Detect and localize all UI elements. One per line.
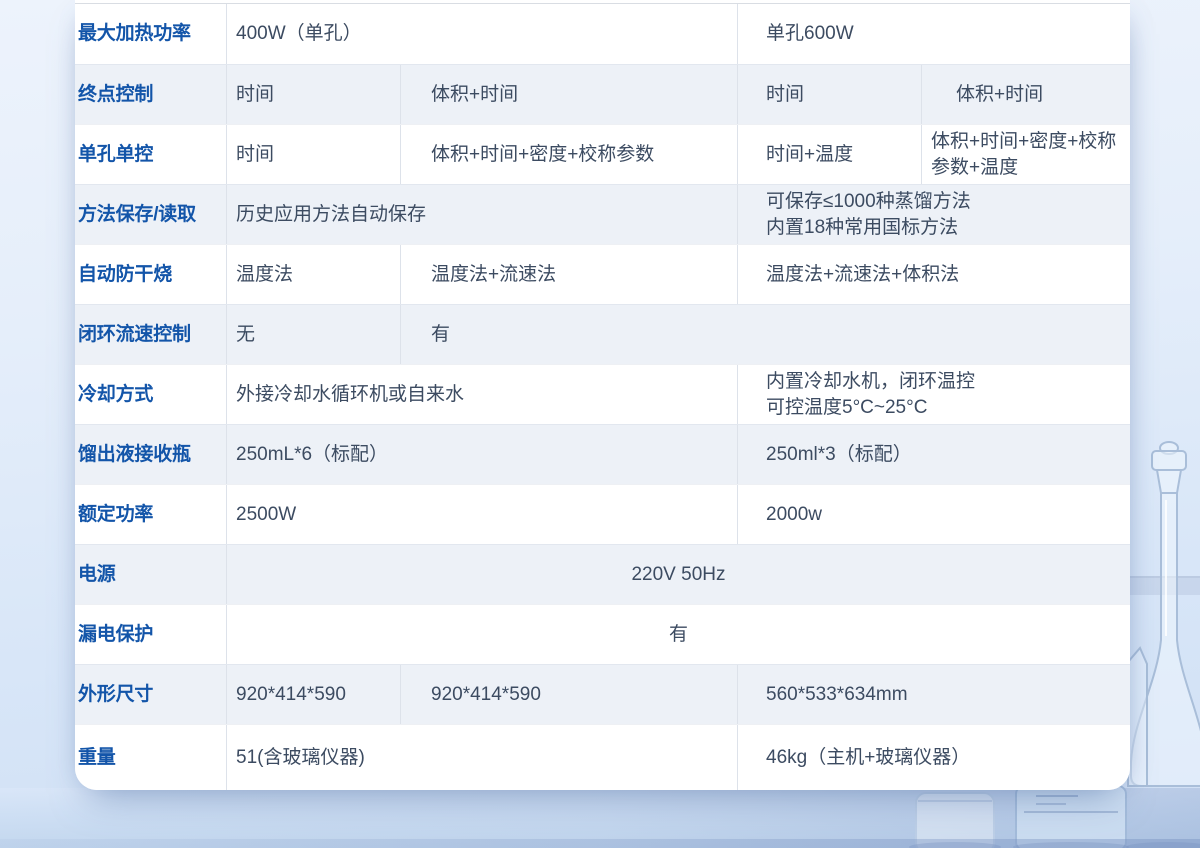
spec-value: 体积+时间+密度+校称参数 (400, 125, 737, 184)
spec-label: 方法保存/读取 (75, 185, 227, 244)
spec-row: 外形尺寸920*414*590920*414*590560*533*634mm (75, 664, 1130, 724)
spec-label: 额定功率 (75, 485, 227, 544)
spec-label: 重量 (75, 725, 227, 790)
spec-row: 额定功率2500W2000w (75, 484, 1130, 544)
shelf-band (1128, 576, 1200, 595)
spec-value: 220V 50Hz (227, 545, 1130, 604)
spec-value: 46kg（主机+玻璃仪器） (737, 725, 1130, 790)
spec-row: 自动防干烧温度法温度法+流速法温度法+流速法+体积法 (75, 244, 1130, 304)
spec-label: 馏出液接收瓶 (75, 425, 227, 484)
spec-value: 51(含玻璃仪器) (227, 725, 737, 790)
spec-value: 920*414*590 (227, 665, 400, 724)
spec-value: 时间 (227, 125, 400, 184)
spec-row: 馏出液接收瓶250mL*6（标配）250ml*3（标配） (75, 424, 1130, 484)
spec-row: 漏电保护有 (75, 604, 1130, 664)
spec-value: 单孔600W (737, 4, 1130, 64)
spec-label: 外形尺寸 (75, 665, 227, 724)
spec-value: 时间+温度 (737, 125, 921, 184)
spec-value: 外接冷却水循环机或自来水 (227, 365, 737, 424)
spec-card: 最大加热功率400W（单孔）单孔600W终点控制时间体积+时间时间体积+时间单孔… (75, 0, 1130, 790)
spec-label: 自动防干烧 (75, 245, 227, 304)
spec-value: 温度法+流速法+体积法 (737, 245, 1130, 304)
spec-value: 560*533*634mm (737, 665, 1130, 724)
spec-label: 终点控制 (75, 65, 227, 124)
spec-value: 体积+时间+密度+校称参数+温度 (921, 125, 1130, 184)
spec-label: 闭环流速控制 (75, 305, 227, 364)
beaker-spout-image (1128, 648, 1147, 786)
spec-value: 内置冷却水机，闭环温控 可控温度5°C~25°C (737, 365, 1130, 424)
spec-value: 历史应用方法自动保存 (227, 185, 737, 244)
spec-row: 冷却方式外接冷却水循环机或自来水内置冷却水机，闭环温控 可控温度5°C~25°C (75, 364, 1130, 424)
spec-row: 重量51(含玻璃仪器)46kg（主机+玻璃仪器） (75, 724, 1130, 790)
spec-label: 单孔单控 (75, 125, 227, 184)
spec-value: 时间 (737, 65, 921, 124)
spec-value: 体积+时间 (921, 65, 1130, 124)
spec-row: 方法保存/读取历史应用方法自动保存可保存≤1000种蒸馏方法 内置18种常用国标… (75, 184, 1130, 244)
spec-value: 可保存≤1000种蒸馏方法 内置18种常用国标方法 (737, 185, 1130, 244)
spec-value: 温度法 (227, 245, 400, 304)
spec-row: 终点控制时间体积+时间时间体积+时间 (75, 64, 1130, 124)
lab-bench-photo-band (0, 788, 1200, 848)
spec-value: 无 (227, 305, 400, 364)
spec-label: 漏电保护 (75, 605, 227, 664)
spec-value: 920*414*590 (400, 665, 737, 724)
volumetric-flask-image (1131, 442, 1200, 786)
spec-table: 最大加热功率400W（单孔）单孔600W终点控制时间体积+时间时间体积+时间单孔… (75, 4, 1130, 790)
spec-value: 250mL*6（标配） (227, 425, 737, 484)
spec-value: 有 (400, 305, 737, 364)
spec-value: 2000w (737, 485, 1130, 544)
spec-value: 温度法+流速法 (400, 245, 737, 304)
spec-value: 体积+时间 (400, 65, 737, 124)
spec-row: 单孔单控时间体积+时间+密度+校称参数时间+温度体积+时间+密度+校称参数+温度 (75, 124, 1130, 184)
spec-value: 400W（单孔） (227, 4, 737, 64)
spec-label: 冷却方式 (75, 365, 227, 424)
spec-label: 最大加热功率 (75, 4, 227, 64)
spec-value: 2500W (227, 485, 737, 544)
spec-value: 有 (227, 605, 1130, 664)
spec-row: 闭环流速控制无有 (75, 304, 1130, 364)
spec-row: 电源220V 50Hz (75, 544, 1130, 604)
spec-value: 250ml*3（标配） (737, 425, 1130, 484)
spec-value: 时间 (227, 65, 400, 124)
spec-row: 最大加热功率400W（单孔）单孔600W (75, 4, 1130, 64)
spec-label: 电源 (75, 545, 227, 604)
